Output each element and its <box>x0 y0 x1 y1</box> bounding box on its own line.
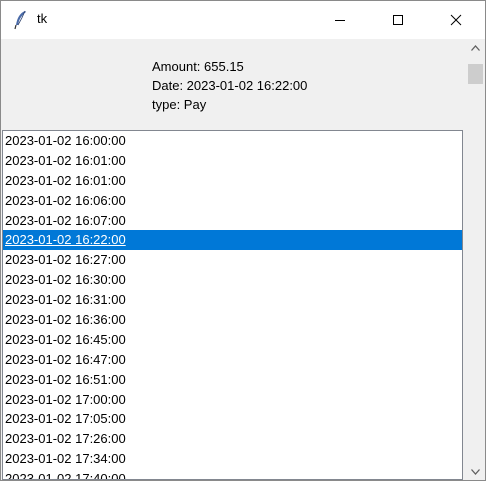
maximize-button[interactable] <box>369 1 427 39</box>
list-item[interactable]: 2023-01-02 17:34:00 <box>3 449 462 469</box>
chevron-down-icon <box>471 468 480 475</box>
scroll-up-button[interactable] <box>466 39 485 56</box>
date-label: Date: 2023-01-02 16:22:00 <box>152 78 308 93</box>
list-item[interactable]: 2023-01-02 16:06:00 <box>3 191 462 211</box>
vertical-scrollbar[interactable] <box>466 39 485 480</box>
list-item[interactable]: 2023-01-02 16:00:00 <box>3 131 462 151</box>
close-icon <box>450 14 462 26</box>
list-item[interactable]: 2023-01-02 16:51:00 <box>3 370 462 390</box>
list-item[interactable]: 2023-01-02 17:05:00 <box>3 409 462 429</box>
list-item[interactable]: 2023-01-02 16:30:00 <box>3 270 462 290</box>
chevron-up-icon <box>471 44 480 51</box>
amount-label: Amount: 655.15 <box>152 59 244 74</box>
transaction-info: Amount: 655.15 Date: 2023-01-02 16:22:00… <box>152 57 307 114</box>
list-item[interactable]: 2023-01-02 16:27:00 <box>3 250 462 270</box>
scroll-down-button[interactable] <box>466 463 485 480</box>
window-title: tk <box>37 11 48 26</box>
scrollbar-track[interactable] <box>466 56 485 463</box>
list-item[interactable]: 2023-01-02 17:40:00 <box>3 469 462 479</box>
list-item[interactable]: 2023-01-02 16:01:00 <box>3 151 462 171</box>
list-item[interactable]: 2023-01-02 17:00:00 <box>3 390 462 410</box>
maximize-icon <box>393 15 403 25</box>
list-item[interactable]: 2023-01-02 16:47:00 <box>3 350 462 370</box>
app-window: tk Amount: 655.15 Date: 2023-01-02 16:22… <box>0 0 486 481</box>
feather-icon <box>13 10 29 30</box>
scrollbar-thumb[interactable] <box>468 64 483 84</box>
list-item[interactable]: 2023-01-02 16:07:00 <box>3 211 462 231</box>
list-item[interactable]: 2023-01-02 16:45:00 <box>3 330 462 350</box>
list-item[interactable]: 2023-01-02 16:01:00 <box>3 171 462 191</box>
minimize-icon <box>335 20 345 21</box>
close-button[interactable] <box>427 1 485 39</box>
type-label: type: Pay <box>152 97 207 112</box>
minimize-button[interactable] <box>311 1 369 39</box>
list-item[interactable]: 2023-01-02 16:36:00 <box>3 310 462 330</box>
timestamp-listbox[interactable]: 2023-01-02 16:00:00 2023-01-02 16:01:00 20… <box>2 130 463 480</box>
list-item[interactable]: 2023-01-02 17:26:00 <box>3 429 462 449</box>
main-content: Amount: 655.15 Date: 2023-01-02 16:22:00… <box>1 39 466 480</box>
list-item-selected[interactable]: 2023-01-02 16:22:00 <box>3 230 462 251</box>
list-item[interactable]: 2023-01-02 16:31:00 <box>3 290 462 310</box>
title-bar[interactable]: tk <box>1 1 485 39</box>
